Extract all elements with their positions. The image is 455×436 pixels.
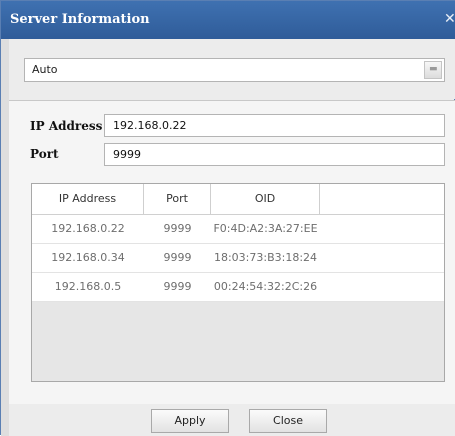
cell-oid: 18:03:73:B3:18:24 (213, 251, 318, 264)
table-header: IP Address Port OID (32, 184, 444, 215)
title-bar[interactable]: Server Information ✕ (1, 1, 455, 39)
cell-oid: F0:4D:A2:3A:27:EE (213, 222, 318, 235)
cell-oid: 00:24:54:32:2C:26 (213, 280, 318, 293)
mode-select-value: Auto (32, 63, 58, 76)
table-row[interactable]: 192.168.0.22 9999 F0:4D:A2:3A:27:EE (32, 215, 444, 244)
port-label: Port (30, 147, 59, 161)
cell-port: 9999 (163, 280, 192, 293)
column-header-oid[interactable]: OID (211, 184, 320, 214)
apply-button[interactable]: Apply (151, 409, 229, 433)
close-icon[interactable]: ✕ (444, 11, 455, 27)
button-bar (9, 404, 455, 436)
column-header-ip[interactable]: IP Address (32, 184, 144, 214)
server-table: IP Address Port OID 192.168.0.22 9999 F0… (31, 183, 445, 382)
column-header-port[interactable]: Port (144, 184, 211, 214)
close-button[interactable]: Close (249, 409, 327, 433)
ip-address-value: 192.168.0.22 (113, 119, 187, 132)
cell-port: 9999 (163, 222, 192, 235)
port-field[interactable]: 9999 (104, 143, 445, 166)
mode-select[interactable]: Auto ▬ (24, 58, 445, 82)
left-border-strip (1, 39, 9, 436)
cell-port: 9999 (163, 251, 192, 264)
cell-ip: 192.168.0.5 (54, 280, 122, 293)
dropdown-arrow-button[interactable]: ▬ (424, 61, 442, 79)
ip-address-label: IP Address (30, 119, 103, 133)
server-information-dialog: Server Information ✕ Auto ▬ IP Address 1… (0, 0, 455, 436)
port-value: 9999 (113, 148, 141, 161)
dropdown-arrow-icon: ▬ (429, 64, 438, 74)
table-row[interactable]: 192.168.0.34 9999 18:03:73:B3:18:24 (32, 244, 444, 273)
ip-address-field[interactable]: 192.168.0.22 (104, 114, 445, 137)
cell-ip: 192.168.0.22 (51, 222, 125, 235)
table-row[interactable]: 192.168.0.5 9999 00:24:54:32:2C:26 (32, 273, 444, 302)
cell-ip: 192.168.0.34 (51, 251, 125, 264)
window-title: Server Information (10, 12, 150, 27)
